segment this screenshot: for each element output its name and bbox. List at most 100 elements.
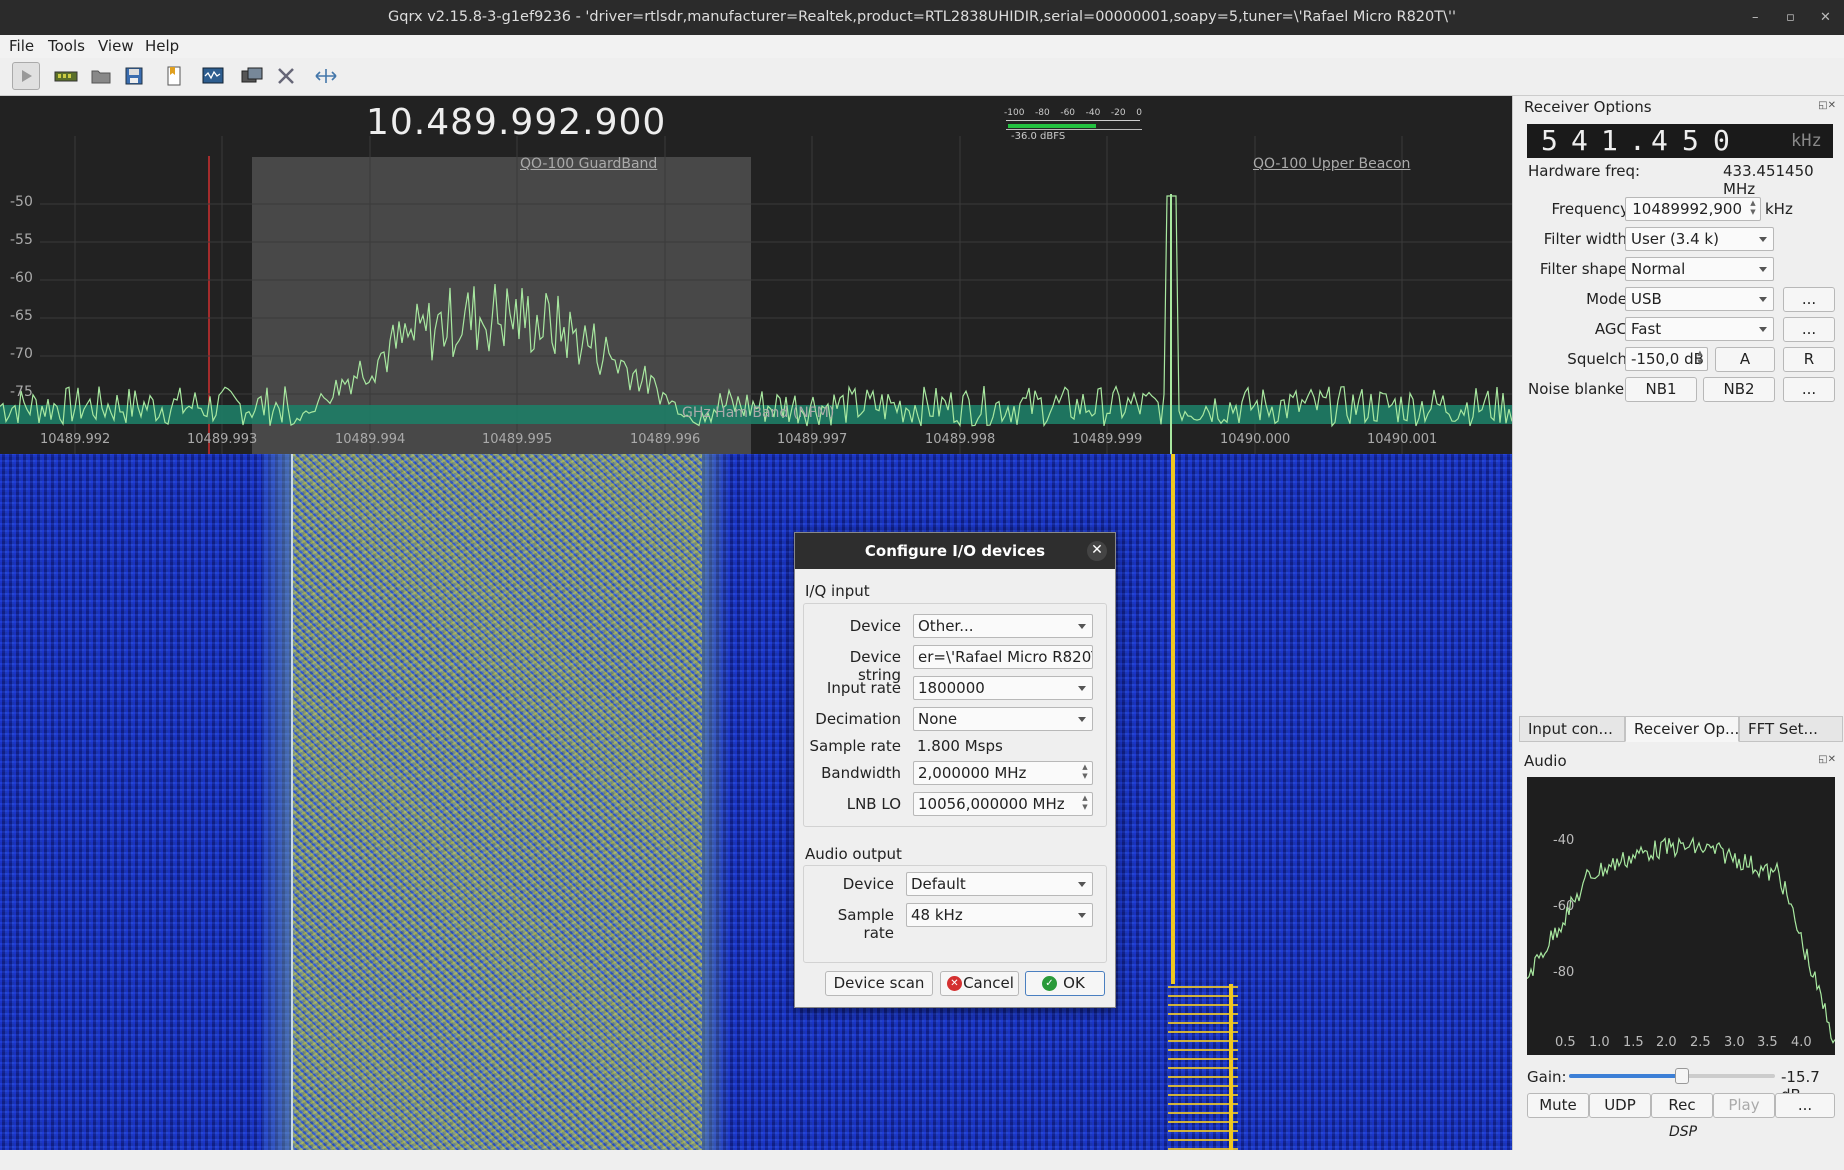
spectrum-plot[interactable]: 10.489.992.900 -100 -80 -60 -40 -20 0 -3…: [0, 96, 1512, 454]
audio-x-tick: 1.5: [1623, 1035, 1644, 1050]
audio-rate-value: 48 kHz: [911, 906, 963, 924]
save-icon[interactable]: [120, 62, 148, 90]
device-scan-button[interactable]: Device scan: [825, 971, 933, 996]
dsp-label: DSP: [1669, 1124, 1698, 1140]
chevron-down-icon: [1759, 237, 1767, 242]
screen-icon[interactable]: [238, 62, 266, 90]
bookmark-guardband[interactable]: QO-100 GuardBand: [520, 156, 657, 172]
window-title: Gqrx v2.15.8-3-g1ef9236 - 'driver=rtlsdr…: [388, 9, 1456, 25]
waterfall-signal-edge: [262, 454, 292, 1150]
nb1-button[interactable]: NB1: [1625, 377, 1697, 402]
device-select[interactable]: Other...: [913, 614, 1093, 638]
dock-float-icon[interactable]: ◱✕: [1818, 100, 1836, 111]
lcd-digit[interactable]: 5: [1541, 124, 1558, 157]
frequency-input[interactable]: 10489992,900 ▲ ▼: [1625, 197, 1761, 221]
audio-x-tick: 3.0: [1724, 1035, 1745, 1050]
lcd-frequency[interactable]: 5 4 1 . 4 5 0 kHz: [1527, 124, 1833, 158]
agc-select[interactable]: Fast: [1625, 317, 1774, 341]
bookmark-upper-beacon[interactable]: QO-100 Upper Beacon: [1253, 156, 1410, 172]
maximize-button[interactable]: ▫: [1786, 0, 1795, 35]
menu-file[interactable]: File: [9, 37, 34, 55]
frequency-readout[interactable]: 10.489.992.900: [366, 102, 666, 143]
bandwidth-value: 2,000000 MHz: [918, 764, 1027, 782]
input-rate-label: Input rate: [826, 679, 901, 697]
minimize-button[interactable]: –: [1752, 0, 1759, 35]
bandwidth-input[interactable]: 2,000000 MHz ▲ ▼: [913, 761, 1093, 785]
ok-button[interactable]: ✓ OK: [1025, 971, 1105, 996]
menu-tools[interactable]: Tools: [48, 37, 85, 55]
agc-label: AGC: [1594, 320, 1627, 338]
decimation-select[interactable]: None: [913, 707, 1093, 731]
input-rate-select[interactable]: 1800000: [913, 676, 1093, 700]
frequency-value: 10489992,900: [1632, 200, 1742, 218]
mode-select[interactable]: USB: [1625, 287, 1774, 311]
x-tick: 10489.997: [777, 432, 848, 447]
menu-help[interactable]: Help: [145, 37, 179, 55]
remote-icon[interactable]: [199, 62, 227, 90]
cancel-button[interactable]: ✕ Cancel: [940, 971, 1019, 996]
tab-receiver-options[interactable]: Receiver Op...: [1625, 716, 1739, 742]
tools-icon[interactable]: [272, 62, 300, 90]
mode-value: USB: [1631, 290, 1662, 308]
y-tick: -50: [10, 194, 33, 210]
hardware-icon[interactable]: [52, 62, 80, 90]
audio-options-button[interactable]: ...: [1775, 1093, 1835, 1118]
device-string-value: er=\'Rafael Micro R820T\'": [918, 648, 1092, 666]
nb2-button[interactable]: NB2: [1703, 377, 1775, 402]
lcd-digit[interactable]: 1: [1601, 124, 1618, 157]
tab-input-controls[interactable]: Input con...: [1519, 716, 1625, 742]
bookmark-icon[interactable]: [160, 62, 188, 90]
close-icon[interactable]: ✕: [1087, 541, 1107, 561]
hardware-freq-value: 433.451450 MHz: [1723, 162, 1814, 198]
audio-fft-graphics: [1527, 836, 1835, 1044]
nb-options-button[interactable]: ...: [1783, 377, 1835, 402]
open-icon[interactable]: [87, 62, 115, 90]
gain-slider-handle[interactable]: [1675, 1068, 1690, 1084]
lnb-spin-icon[interactable]: ▲ ▼: [1079, 794, 1091, 814]
squelch-reset-button[interactable]: R: [1783, 347, 1835, 372]
record-button[interactable]: Rec: [1651, 1093, 1713, 1118]
audio-x-tick: 2.5: [1690, 1035, 1711, 1050]
play-button[interactable]: Play: [1713, 1093, 1775, 1118]
filter-shape-value: Normal: [1631, 260, 1686, 278]
lnb-lo-input[interactable]: 10056,000000 MHz ▲ ▼: [913, 792, 1093, 816]
decimation-label: Decimation: [815, 710, 901, 728]
lcd-digit[interactable]: 4: [1651, 124, 1668, 157]
filter-width-label: Filter width: [1543, 230, 1627, 248]
udp-button[interactable]: UDP: [1589, 1093, 1651, 1118]
agc-options-button[interactable]: ...: [1783, 317, 1835, 342]
filter-shape-select[interactable]: Normal: [1625, 257, 1774, 281]
mute-button[interactable]: Mute: [1527, 1093, 1589, 1118]
close-window-button[interactable]: ✕: [1820, 0, 1831, 35]
gain-slider[interactable]: [1569, 1068, 1775, 1084]
squelch-auto-button[interactable]: A: [1715, 347, 1775, 372]
frequency-spin-icon[interactable]: ▲ ▼: [1747, 199, 1759, 219]
audio-rate-select[interactable]: 48 kHz: [906, 903, 1093, 927]
audio-output-heading: Audio output: [805, 845, 902, 863]
device-string-input[interactable]: er=\'Rafael Micro R820T\'": [913, 645, 1093, 669]
mode-options-button[interactable]: ...: [1783, 287, 1835, 312]
meter-value: -36.0 dBFS: [1011, 131, 1066, 142]
play-icon[interactable]: [12, 62, 40, 90]
filter-width-select[interactable]: User (3.4 k): [1625, 227, 1774, 251]
tab-fft-settings[interactable]: FFT Set...: [1739, 716, 1843, 742]
bandwidth-spin-icon[interactable]: ▲ ▼: [1079, 763, 1091, 783]
device-label: Device: [849, 617, 901, 635]
lcd-digit[interactable]: 5: [1682, 124, 1699, 157]
x-tick: 10489.993: [187, 432, 258, 447]
squelch-input[interactable]: -150,0 dB ▲ ▼: [1625, 347, 1708, 371]
squelch-label: Squelch: [1567, 350, 1627, 368]
y-tick: -70: [10, 346, 33, 362]
toolbar: [0, 58, 1844, 96]
menu-view[interactable]: View: [98, 37, 134, 55]
lcd-digit[interactable]: 0: [1713, 124, 1730, 157]
lcd-digit[interactable]: 4: [1571, 124, 1588, 157]
move-icon[interactable]: [312, 62, 340, 90]
audio-device-label: Device: [842, 875, 894, 893]
waterfall[interactable]: [0, 454, 1512, 1150]
squelch-spin-icon[interactable]: ▲ ▼: [1694, 349, 1706, 369]
mode-label: Mode: [1586, 290, 1627, 308]
side-panel: Receiver Options ◱✕ 5 4 1 . 4 5 0 kHz Ha…: [1512, 96, 1844, 1150]
audio-device-select[interactable]: Default: [906, 872, 1093, 896]
dock-float-icon[interactable]: ◱✕: [1818, 754, 1836, 765]
